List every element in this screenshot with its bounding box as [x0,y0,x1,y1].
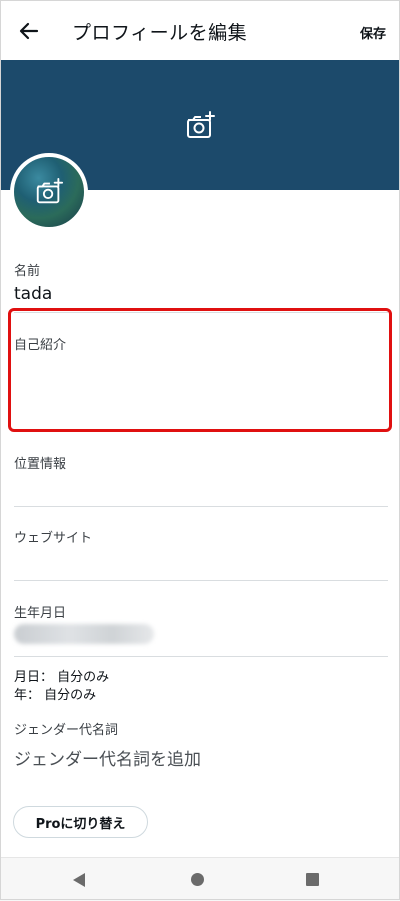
switch-to-pro-button[interactable]: Proに切り替え [13,806,148,838]
name-field[interactable]: tada [14,284,52,304]
back-button[interactable] [14,16,44,46]
add-photo-icon[interactable] [34,177,64,207]
back-arrow-icon [19,22,39,40]
divider [14,506,388,507]
birthday-year-visibility[interactable]: 年： 自分のみ [14,684,96,703]
nav-recents-icon[interactable] [306,873,319,886]
pronouns-field[interactable]: ジェンダー代名詞を追加 [14,745,201,770]
website-field[interactable] [14,548,374,576]
bio-highlight-box [8,308,392,432]
top-app-bar: プロフィールを編集 保存 [0,0,400,60]
nav-back-icon[interactable] [73,873,85,887]
avatar[interactable] [10,153,88,231]
birthday-month-day-visibility[interactable]: 月日： 自分のみ [14,666,109,685]
name-label: 名前 [14,264,41,279]
page-title: プロフィールを編集 [72,22,248,44]
divider [14,656,388,657]
divider [14,580,388,581]
add-photo-icon[interactable] [184,110,216,142]
pronouns-label: ジェンダー代名詞 [14,723,119,738]
birthday-value-blurred[interactable] [14,624,154,644]
system-nav-bar [0,857,400,901]
birthday-label: 生年月日 [14,606,67,621]
location-label: 位置情報 [14,457,67,472]
location-field[interactable] [14,474,374,502]
website-label: ウェブサイト [14,531,93,546]
save-button[interactable]: 保存 [360,23,386,42]
nav-home-icon[interactable] [191,873,204,886]
